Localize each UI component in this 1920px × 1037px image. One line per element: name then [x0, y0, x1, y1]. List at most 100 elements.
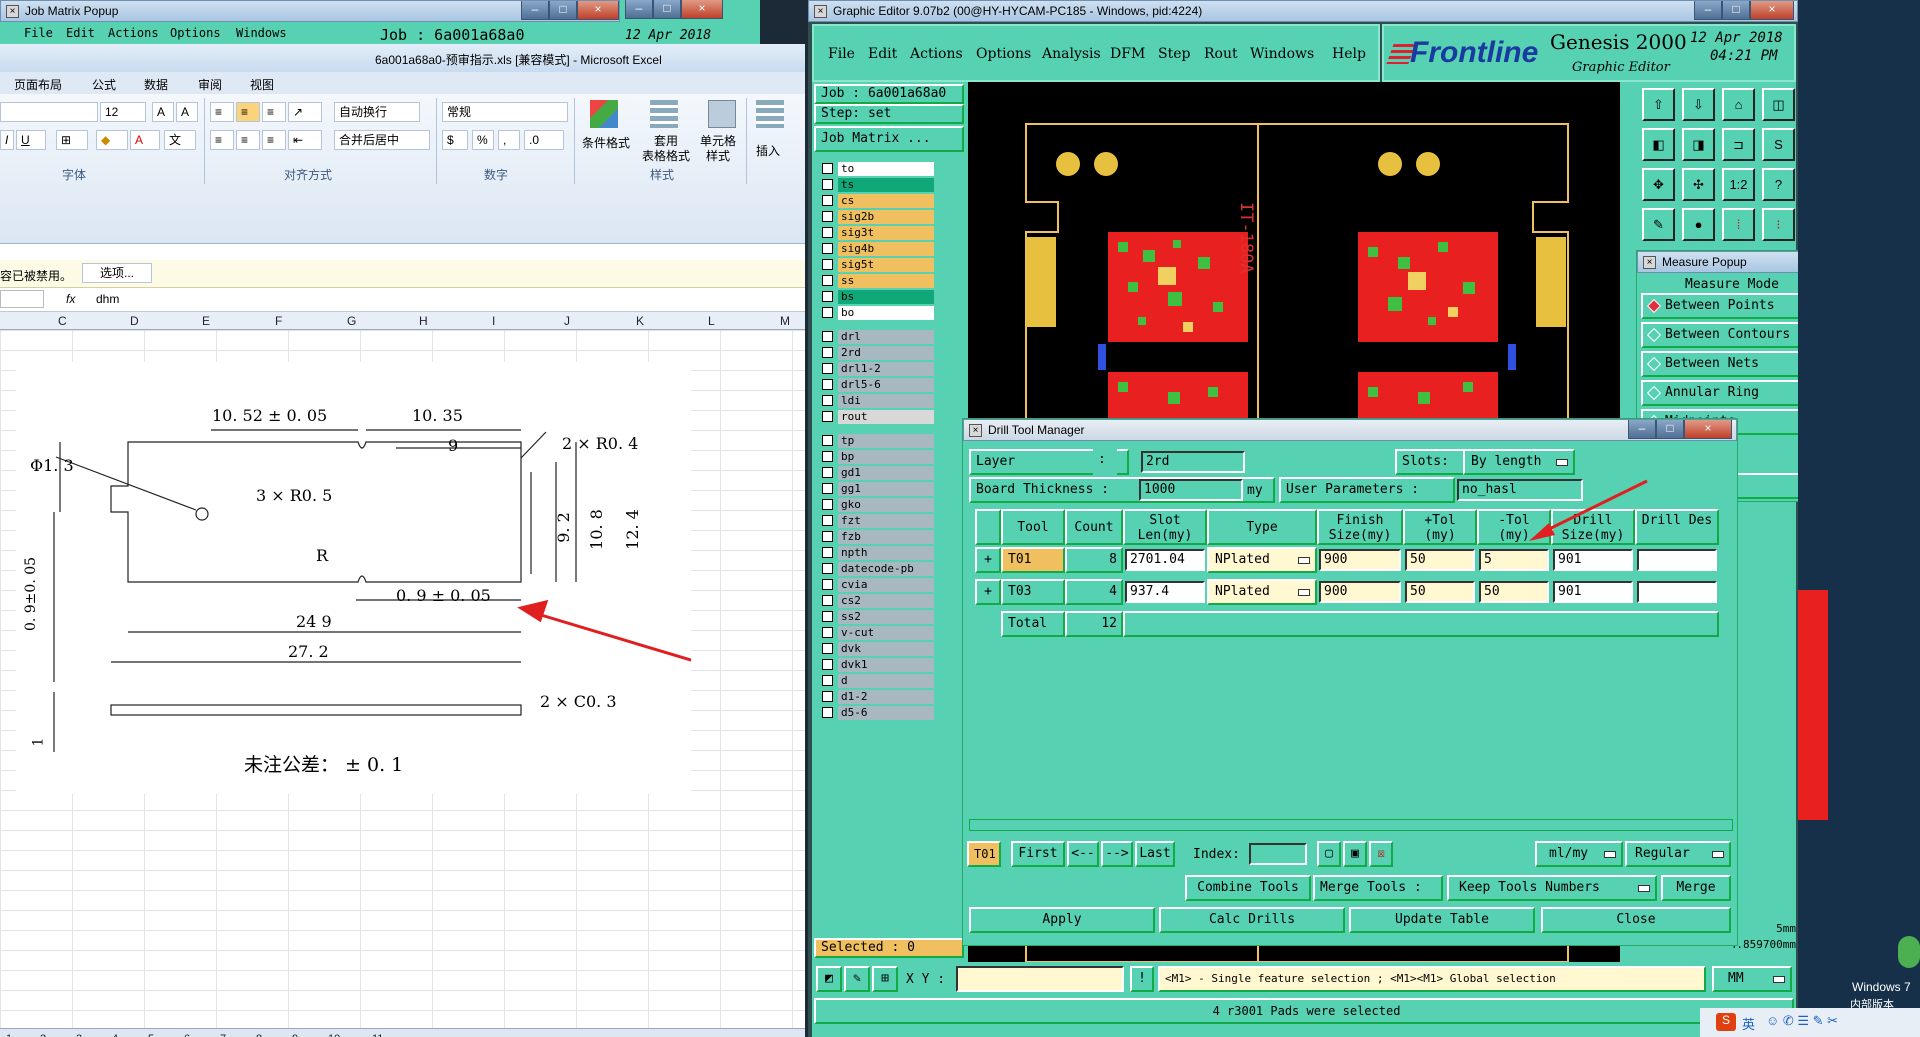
layer-item[interactable]: npth: [838, 546, 934, 560]
fill-color-button[interactable]: ◆: [96, 130, 128, 150]
warning-icon[interactable]: !: [1130, 966, 1154, 992]
formula-input[interactable]: dhm: [96, 292, 119, 306]
layer-item[interactable]: datecode-pb: [838, 562, 934, 576]
menu-actions[interactable]: Actions: [108, 26, 159, 40]
merge-button[interactable]: Merge: [1661, 875, 1731, 901]
merge-center-button[interactable]: 合并后居中: [334, 130, 430, 150]
expand-row-button[interactable]: +: [975, 547, 1001, 573]
font-name-box[interactable]: [0, 102, 98, 122]
align-left-button[interactable]: ≡: [210, 130, 234, 150]
mode-between-points[interactable]: Between Points: [1641, 293, 1823, 319]
menu-step[interactable]: Step: [1158, 46, 1190, 62]
indent-button[interactable]: ⇤: [288, 130, 322, 150]
center-icon[interactable]: ✥: [1642, 168, 1675, 201]
menu-rout[interactable]: Rout: [1204, 46, 1238, 62]
minimize-button[interactable]: –: [1628, 420, 1656, 439]
tab-formulas[interactable]: 公式: [92, 76, 116, 93]
column-header[interactable]: J: [564, 314, 570, 328]
percent-button[interactable]: %: [472, 130, 494, 150]
minus-tol-input[interactable]: 50: [1479, 581, 1549, 603]
column-header[interactable]: C: [58, 314, 67, 328]
lock-icon[interactable]: ▢: [1317, 841, 1341, 867]
align-top-button[interactable]: ≡: [210, 102, 234, 122]
layer-item[interactable]: gko: [838, 498, 934, 512]
layer-checkbox[interactable]: [822, 379, 833, 390]
zoom-in-icon[interactable]: ⇩: [1682, 88, 1715, 121]
column-header[interactable]: D: [130, 314, 139, 328]
layer-checkbox[interactable]: [822, 627, 833, 638]
plus-tol-input[interactable]: 50: [1405, 581, 1475, 603]
tool-cell[interactable]: T03: [1001, 579, 1065, 605]
layer-item[interactable]: tp: [838, 434, 934, 448]
minimize-button[interactable]: –: [1694, 1, 1722, 20]
wrap-text-button[interactable]: 自动换行: [334, 102, 420, 122]
sheet-tab[interactable]: 8: [256, 1033, 262, 1037]
cell-style-button[interactable]: 单元格 样式: [700, 134, 736, 164]
xy-input[interactable]: [956, 966, 1124, 992]
tool-cell[interactable]: T01: [1001, 547, 1065, 573]
zoom-home-icon[interactable]: ⇧: [1642, 88, 1675, 121]
net-icon[interactable]: ⁞: [1722, 208, 1755, 241]
fit-icon[interactable]: ⌂: [1722, 88, 1755, 121]
layer-item[interactable]: drl: [838, 330, 934, 344]
layer-item[interactable]: cs: [838, 194, 934, 208]
excel-titlebar[interactable]: 6a001a68a0-预审指示.xls [兼容模式] - Microsoft E…: [0, 44, 805, 72]
layer-item[interactable]: cs2: [838, 594, 934, 608]
prev-button[interactable]: <--: [1067, 841, 1099, 867]
tab-view[interactable]: 视图: [250, 76, 274, 93]
insert-button[interactable]: 插入: [756, 142, 780, 159]
maximize-button[interactable]: □: [1656, 420, 1684, 439]
ratio-icon[interactable]: 1:2: [1722, 168, 1755, 201]
shrink-font-button[interactable]: A: [176, 102, 198, 122]
measure-icon[interactable]: ✎: [1642, 208, 1675, 241]
pen-icon[interactable]: ✎: [844, 966, 870, 992]
conditional-format-button[interactable]: 条件格式: [582, 134, 630, 151]
slot-len-input[interactable]: 2701.04: [1125, 549, 1205, 571]
name-box[interactable]: [0, 290, 44, 308]
pan-left-icon[interactable]: ◧: [1642, 128, 1675, 161]
layer-checkbox[interactable]: [822, 547, 833, 558]
close-button[interactable]: Close: [1541, 907, 1731, 933]
layer-checkbox[interactable]: [822, 563, 833, 574]
menu-edit[interactable]: Edit: [66, 26, 95, 40]
layer-checkbox[interactable]: [822, 363, 833, 374]
column-header[interactable]: H: [419, 314, 428, 328]
tab-page-layout[interactable]: 页面布局: [14, 76, 62, 93]
layer-item[interactable]: dvk1: [838, 658, 934, 672]
expand-row-button[interactable]: +: [975, 579, 1001, 605]
delete-icon[interactable]: ☒: [1369, 841, 1393, 867]
mode-between-contours[interactable]: Between Contours: [1641, 322, 1823, 348]
sheet-tab[interactable]: 4: [112, 1033, 118, 1037]
drill-des-input[interactable]: [1637, 549, 1717, 571]
sheet-tab[interactable]: 2: [40, 1033, 46, 1037]
layer-item[interactable]: drl5-6: [838, 378, 934, 392]
grow-font-button[interactable]: A: [152, 102, 174, 122]
sheet-tab[interactable]: 6: [184, 1033, 190, 1037]
layer-checkbox[interactable]: [822, 307, 833, 318]
layer-item[interactable]: drl1-2: [838, 362, 934, 376]
mode-between-nets[interactable]: Between Nets: [1641, 351, 1823, 377]
layer-checkbox[interactable]: [822, 467, 833, 478]
layer-item[interactable]: dvk: [838, 642, 934, 656]
slot-len-input[interactable]: 937.4: [1125, 581, 1205, 603]
sheet-tab[interactable]: 11: [372, 1033, 383, 1037]
layer-checkbox[interactable]: [822, 531, 833, 542]
column-header[interactable]: L: [708, 314, 715, 328]
sheet-tab[interactable]: 10: [328, 1033, 340, 1037]
help-icon[interactable]: ?: [1762, 168, 1795, 201]
maximize-button[interactable]: □: [1722, 1, 1750, 20]
layer-item[interactable]: fzb: [838, 530, 934, 544]
column-header[interactable]: E: [202, 314, 210, 328]
layer-checkbox[interactable]: [822, 347, 833, 358]
layer-checkbox[interactable]: [822, 643, 833, 654]
layer-checkbox[interactable]: [822, 331, 833, 342]
update-table-button[interactable]: Update Table: [1349, 907, 1535, 933]
layer-item[interactable]: v-cut: [838, 626, 934, 640]
pan-right-icon[interactable]: ◨: [1682, 128, 1715, 161]
slots-menu[interactable]: By length: [1463, 449, 1575, 475]
layer-checkbox[interactable]: [822, 259, 833, 270]
italic-button[interactable]: I: [0, 130, 14, 150]
column-header[interactable]: G: [347, 314, 356, 328]
phonetic-button[interactable]: 文: [164, 130, 196, 150]
menu-analysis[interactable]: Analysis: [1042, 46, 1101, 62]
